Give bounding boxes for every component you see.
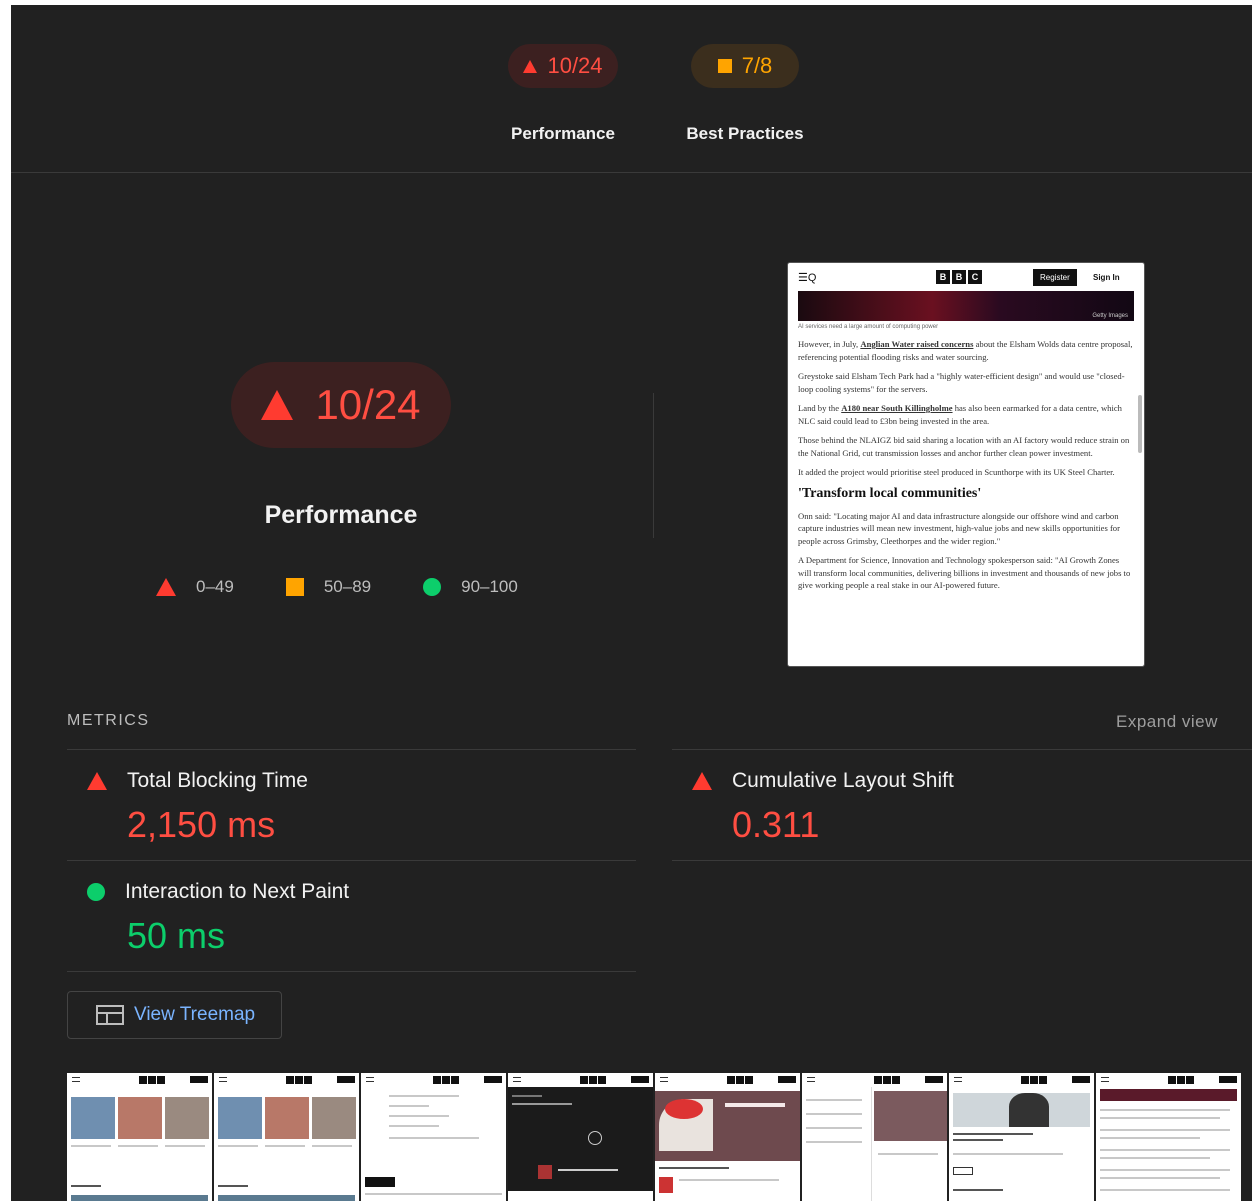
divider bbox=[653, 393, 654, 538]
circle-icon bbox=[423, 578, 442, 596]
bbc-logo: BBC bbox=[936, 270, 984, 284]
metric-value: 0.311 bbox=[732, 804, 820, 845]
filmstrip-frame bbox=[67, 1073, 212, 1201]
best-practices-gauge[interactable]: 7/8 bbox=[691, 44, 799, 88]
article-heading: 'Transform local communities' bbox=[798, 485, 982, 501]
legend-fail: 0–49 bbox=[156, 577, 234, 597]
hero-credit: Getty Images bbox=[1092, 313, 1128, 319]
best-practices-score: 7/8 bbox=[741, 53, 773, 78]
metrics-heading: METRICS bbox=[67, 712, 150, 729]
filmstrip-frame bbox=[1096, 1073, 1241, 1201]
lighthouse-report: 10/24 Performance 7/8 Best Practices 10/… bbox=[11, 5, 1252, 1201]
divider bbox=[67, 971, 636, 972]
legend-fail-range: 0–49 bbox=[196, 577, 234, 596]
metric-title: Cumulative Layout Shift bbox=[732, 769, 954, 792]
filmstrip-frame bbox=[655, 1073, 800, 1201]
expand-view-toggle[interactable]: Expand view bbox=[1116, 712, 1218, 732]
triangle-icon bbox=[692, 772, 712, 790]
triangle-icon bbox=[523, 59, 538, 73]
metric-cumulative-layout-shift: Cumulative Layout Shift bbox=[692, 769, 954, 793]
performance-main-score: 10/24 bbox=[315, 381, 421, 428]
article-paragraph: It added the project would prioritise st… bbox=[798, 467, 1115, 477]
filmstrip-frame bbox=[949, 1073, 1094, 1201]
performance-title: Performance bbox=[264, 501, 418, 529]
screenshot-scrollbar bbox=[1138, 273, 1142, 659]
treemap-icon bbox=[96, 1005, 124, 1025]
article-paragraph: However, in July, Anglian Water raised c… bbox=[798, 339, 1133, 362]
metric-value: 50 ms bbox=[127, 915, 226, 956]
legend-average-range: 50–89 bbox=[323, 577, 372, 596]
view-treemap-label: View Treemap bbox=[134, 1004, 256, 1025]
score-legend: 0–49 50–89 90–100 bbox=[156, 577, 570, 597]
article-paragraph: Those behind the NLAIGZ bid said sharing… bbox=[798, 435, 1130, 458]
performance-gauge[interactable]: 10/24 bbox=[508, 44, 618, 88]
triangle-icon bbox=[261, 390, 294, 420]
filmstrip-frame bbox=[361, 1073, 506, 1201]
divider bbox=[672, 749, 1252, 750]
filmstrip-frame bbox=[508, 1073, 653, 1201]
filmstrip-frame bbox=[802, 1073, 947, 1201]
legend-pass: 90–100 bbox=[423, 577, 518, 597]
legend-average: 50–89 bbox=[285, 577, 372, 597]
metric-title: Interaction to Next Paint bbox=[125, 880, 350, 903]
filmstrip bbox=[67, 1073, 1252, 1201]
screenshot-signin: Sign In bbox=[1093, 273, 1120, 282]
metric-title: Total Blocking Time bbox=[127, 769, 308, 792]
metric-value: 2,150 ms bbox=[127, 804, 276, 845]
performance-score-gauge: 10/24 bbox=[231, 362, 451, 448]
article-paragraph: Greystoke said Elsham Tech Park had a "h… bbox=[798, 371, 1125, 394]
triangle-icon bbox=[156, 578, 176, 596]
performance-score: 10/24 bbox=[547, 53, 603, 78]
screenshot-header: ☰Q BBC Register Sign In bbox=[788, 263, 1144, 291]
metric-interaction-to-next-paint: Interaction to Next Paint bbox=[87, 880, 349, 904]
performance-gauge-label[interactable]: Performance bbox=[493, 124, 633, 144]
article-paragraph: Onn said: "Locating major AI and data in… bbox=[798, 510, 1120, 546]
view-treemap-button[interactable]: View Treemap bbox=[67, 991, 282, 1039]
screenshot-hero-image: Getty Images bbox=[798, 291, 1134, 321]
divider bbox=[672, 860, 1252, 861]
score-summary: 10/24 Performance 7/8 Best Practices bbox=[11, 5, 1252, 173]
square-icon bbox=[285, 578, 304, 596]
hero-caption: AI services need a large amount of compu… bbox=[798, 324, 939, 330]
menu-search-icon: ☰Q bbox=[798, 271, 817, 284]
screenshot-register: Register bbox=[1033, 269, 1077, 286]
best-practices-gauge-label[interactable]: Best Practices bbox=[675, 124, 815, 144]
triangle-icon bbox=[87, 772, 107, 790]
circle-icon bbox=[87, 883, 105, 901]
final-screenshot: ☰Q BBC Register Sign In Getty Images AI … bbox=[787, 262, 1145, 667]
square-icon bbox=[717, 59, 732, 73]
article-paragraph: A Department for Science, Innovation and… bbox=[798, 555, 1131, 590]
article-paragraph: Land by the A180 near South Killingholme… bbox=[798, 403, 1122, 426]
metric-total-blocking-time: Total Blocking Time bbox=[87, 769, 308, 793]
divider bbox=[67, 749, 636, 750]
divider bbox=[67, 860, 636, 861]
filmstrip-frame bbox=[214, 1073, 359, 1201]
legend-pass-range: 90–100 bbox=[461, 577, 518, 596]
